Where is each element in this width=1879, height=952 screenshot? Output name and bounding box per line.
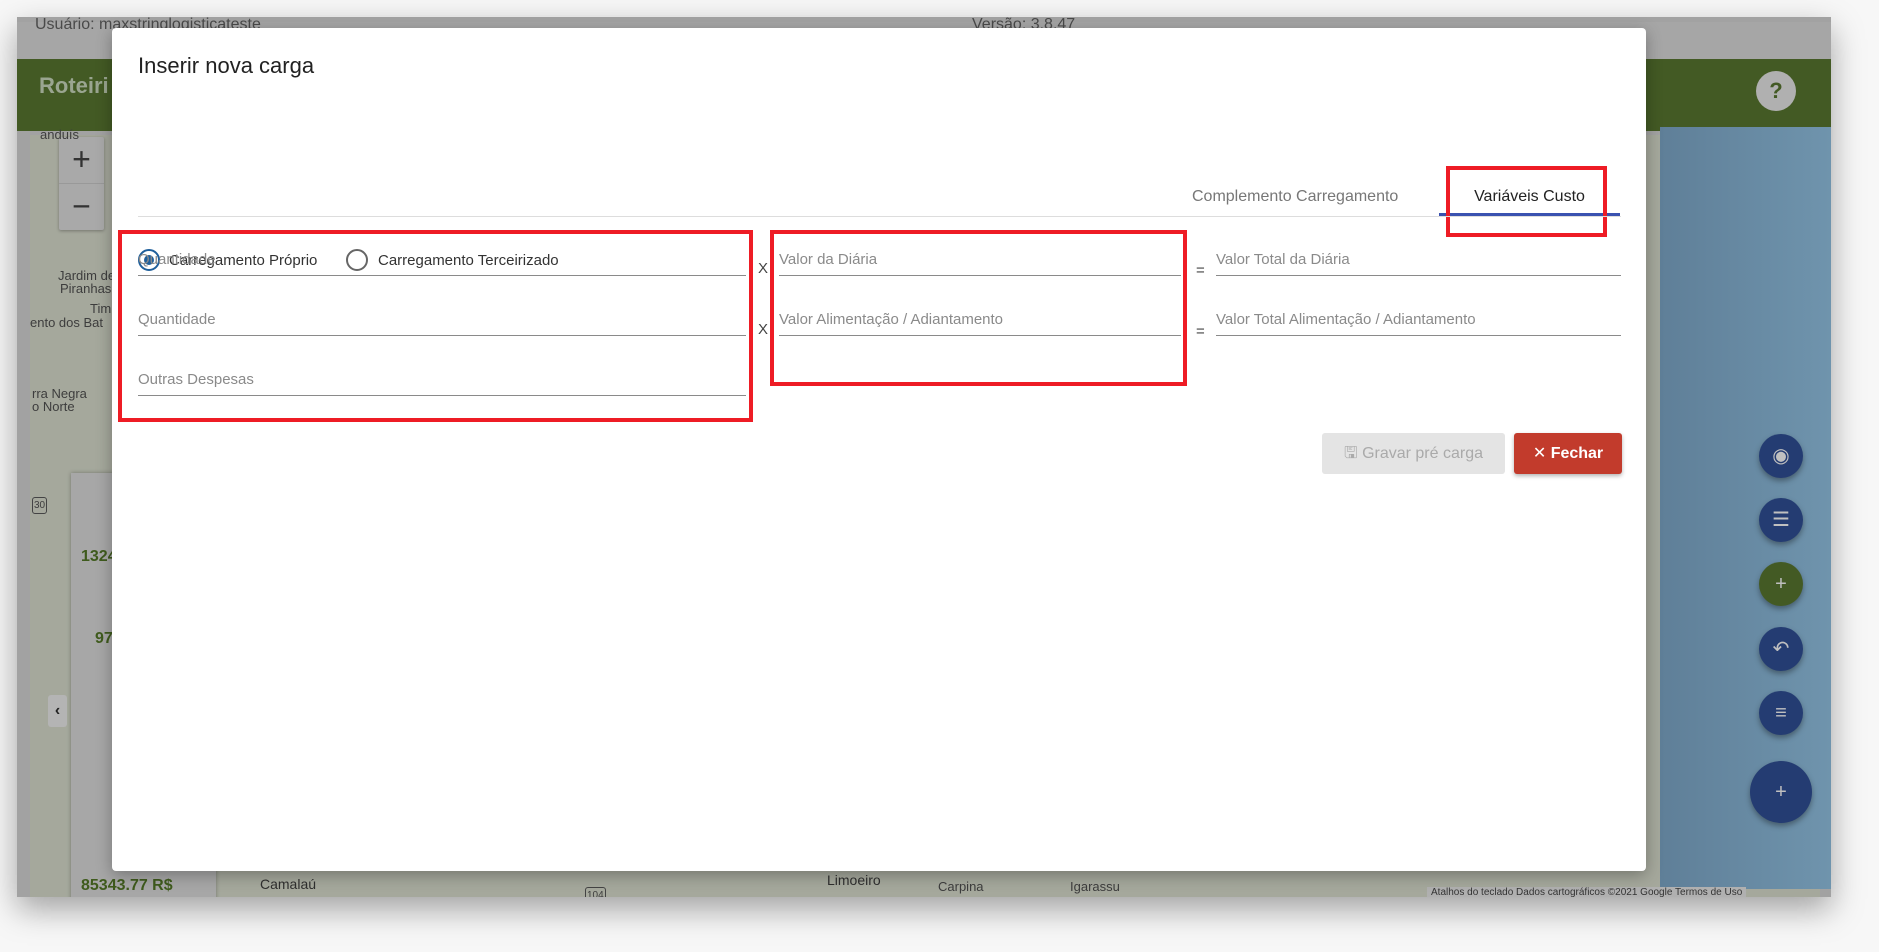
road-marker: 104 — [585, 887, 606, 897]
quantidade-diaria-input[interactable]: Quantidade — [138, 244, 746, 276]
map-label: Piranhas — [60, 281, 112, 296]
zoom-in-button[interactable]: + — [59, 137, 104, 183]
valor-alimentacao-input[interactable]: Valor Alimentação / Adiantamento — [779, 304, 1181, 336]
close-icon: ✕ — [1532, 445, 1551, 462]
valor-total-diaria-input[interactable]: Valor Total da Diária — [1216, 244, 1621, 276]
map-label: ento dos Bat — [30, 315, 103, 330]
add-green-icon[interactable]: + — [1759, 562, 1803, 606]
tab-complemento-carregamento[interactable]: Complemento Carregamento — [1192, 188, 1398, 206]
list-icon[interactable]: ☰ — [1759, 498, 1803, 542]
zoom-controls: + − — [59, 137, 104, 230]
add-icon[interactable]: + — [1750, 761, 1812, 823]
close-label: Fechar — [1550, 445, 1604, 462]
quantidade-alimentacao-input[interactable]: Quantidade — [138, 304, 746, 336]
times-sign: X — [758, 260, 769, 277]
map-label: Igarassu — [1070, 879, 1120, 894]
collapse-panel-button[interactable]: ‹ — [48, 695, 67, 727]
times-sign: X — [758, 321, 769, 338]
undo-icon[interactable]: ↶ — [1759, 627, 1803, 671]
dialog-title: Inserir nova carga — [138, 53, 315, 78]
equals-sign: = — [1196, 262, 1205, 279]
save-icon: 🖫 — [1343, 445, 1363, 462]
map-label: o Norte — [32, 399, 75, 414]
valor-total-alimentacao-input[interactable]: Valor Total Alimentação / Adiantamento — [1216, 304, 1621, 336]
close-button[interactable]: ✕ Fechar — [1514, 433, 1622, 474]
eye-icon[interactable]: ◉ — [1759, 434, 1803, 478]
valor-diaria-input[interactable]: Valor da Diária — [779, 244, 1181, 276]
map-label: Limoeiro — [827, 872, 881, 888]
filter-icon[interactable]: ≡ — [1759, 691, 1803, 735]
map-attribution: Atalhos do teclado Dados cartográficos ©… — [1427, 887, 1747, 897]
highlight-box — [1446, 166, 1607, 237]
save-label: Gravar pré carga — [1362, 445, 1483, 462]
equals-sign: = — [1196, 323, 1205, 340]
tabs-divider — [138, 216, 1621, 217]
save-pre-load-button[interactable]: 🖫 Gravar pré carga — [1322, 433, 1505, 474]
outras-despesas-input[interactable]: Outras Despesas — [138, 364, 746, 396]
zoom-out-button[interactable]: − — [59, 183, 104, 229]
stat-value: 85343.77 R$ — [81, 877, 173, 894]
road-marker: 30 — [32, 497, 48, 514]
map-label: Carpina — [938, 879, 984, 894]
app-title: Roteiri — [39, 73, 109, 98]
insert-load-dialog: Inserir nova carga Complemento Carregame… — [112, 28, 1646, 871]
map-label: anduís — [40, 127, 80, 142]
help-button[interactable]: ? — [1756, 71, 1796, 111]
map-label: Camalaú — [260, 876, 317, 892]
